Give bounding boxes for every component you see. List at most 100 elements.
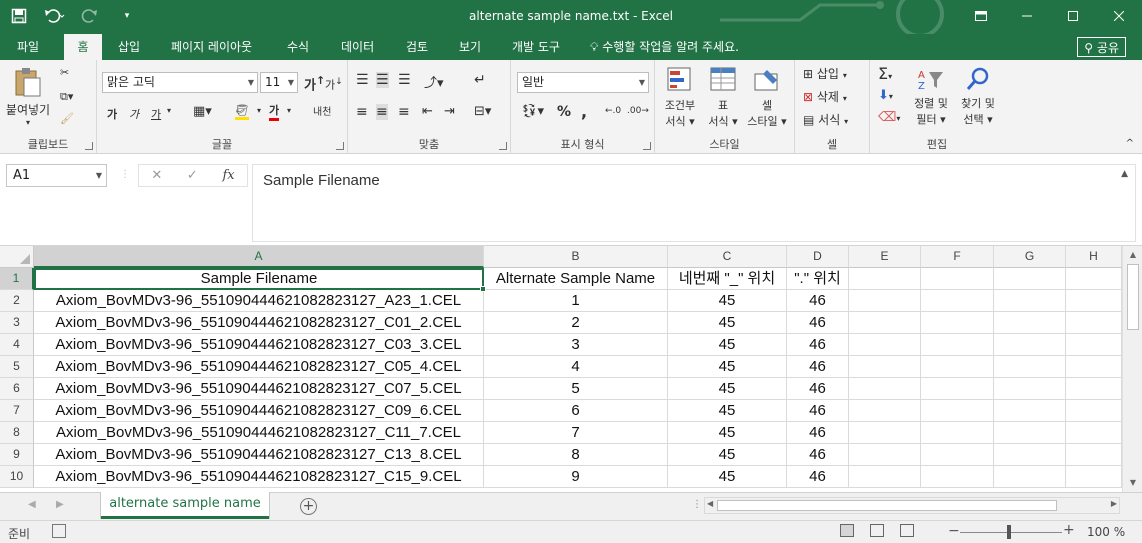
cell-a1[interactable]: Sample Filename bbox=[34, 268, 484, 290]
horizontal-scroll-thumb[interactable] bbox=[717, 500, 1057, 511]
cell-g4[interactable] bbox=[994, 334, 1066, 356]
ribbon-display-icon[interactable] bbox=[958, 0, 1004, 32]
horizontal-scrollbar[interactable]: ◀ ▶ bbox=[704, 497, 1120, 514]
sheet-prev-icon[interactable]: ◀ bbox=[28, 499, 36, 510]
cell-b1[interactable]: Alternate Sample Name bbox=[484, 268, 668, 290]
vertical-scrollbar[interactable]: ▲ ▼ bbox=[1122, 246, 1142, 492]
cell-b5[interactable]: 4 bbox=[484, 356, 668, 378]
orientation-icon[interactable]: ⤴▾ bbox=[424, 72, 444, 91]
borders-icon[interactable]: ▦▾ bbox=[193, 104, 212, 119]
cell-a5[interactable]: Axiom_BovMDv3-96_551090444621082823127_C… bbox=[34, 356, 484, 378]
zoom-slider[interactable] bbox=[960, 532, 1062, 533]
normal-view-icon[interactable] bbox=[840, 524, 854, 537]
autosum-icon[interactable]: Σ▾ bbox=[878, 64, 892, 83]
cell-f7[interactable] bbox=[921, 400, 994, 422]
cell-g7[interactable] bbox=[994, 400, 1066, 422]
format-cells-button[interactable]: ▤ 서식 ▾ bbox=[803, 111, 848, 128]
scroll-down-icon[interactable]: ▼ bbox=[1126, 476, 1140, 490]
cell-g5[interactable] bbox=[994, 356, 1066, 378]
cell-a6[interactable]: Axiom_BovMDv3-96_551090444621082823127_C… bbox=[34, 378, 484, 400]
paste-button[interactable]: 붙여넣기 ▾ bbox=[5, 66, 51, 127]
fill-color-dropdown[interactable]: ▾ bbox=[257, 106, 261, 115]
row-header-3[interactable]: 3 bbox=[0, 312, 34, 334]
cell-e9[interactable] bbox=[849, 444, 921, 466]
tab-insert[interactable]: 삽입 bbox=[112, 34, 146, 60]
zoom-in-icon[interactable]: + bbox=[1063, 522, 1075, 538]
sheet-next-icon[interactable]: ▶ bbox=[56, 499, 64, 510]
page-break-view-icon[interactable] bbox=[900, 524, 914, 537]
cell-c9[interactable]: 45 bbox=[668, 444, 787, 466]
cell-a9[interactable]: Axiom_BovMDv3-96_551090444621082823127_C… bbox=[34, 444, 484, 466]
cell-c2[interactable]: 45 bbox=[668, 290, 787, 312]
cell-c1[interactable]: 네번째 "_" 위치 bbox=[668, 268, 787, 290]
maximize-icon[interactable] bbox=[1050, 0, 1096, 32]
cell-b9[interactable]: 8 bbox=[484, 444, 668, 466]
sort-filter-button[interactable]: AZ 정렬 및 필터 ▾ bbox=[910, 66, 952, 127]
cell-e3[interactable] bbox=[849, 312, 921, 334]
scroll-right-icon[interactable]: ▶ bbox=[1111, 499, 1117, 508]
cell-h9[interactable] bbox=[1066, 444, 1122, 466]
cancel-icon[interactable]: ✕ bbox=[151, 168, 162, 183]
number-launcher-icon[interactable] bbox=[643, 142, 651, 150]
cell-h8[interactable] bbox=[1066, 422, 1122, 444]
cell-d3[interactable]: 46 bbox=[787, 312, 849, 334]
fill-handle[interactable] bbox=[480, 286, 486, 292]
align-middle-icon[interactable]: ☰ bbox=[376, 72, 389, 88]
cut-icon[interactable]: ✂ bbox=[60, 66, 69, 79]
increase-indent-icon[interactable]: ⇥ bbox=[444, 104, 455, 119]
zoom-out-icon[interactable]: − bbox=[948, 523, 960, 539]
collapse-ribbon-icon[interactable]: ^ bbox=[1126, 138, 1134, 149]
tab-data[interactable]: 데이터 bbox=[335, 34, 380, 60]
formula-bar-resize-handle[interactable]: ⋮ bbox=[120, 169, 130, 180]
cell-d9[interactable]: 46 bbox=[787, 444, 849, 466]
cell-c3[interactable]: 45 bbox=[668, 312, 787, 334]
cell-g6[interactable] bbox=[994, 378, 1066, 400]
cell-h4[interactable] bbox=[1066, 334, 1122, 356]
underline-button[interactable]: 가 bbox=[151, 106, 161, 122]
cell-e5[interactable] bbox=[849, 356, 921, 378]
cell-d10[interactable]: 46 bbox=[787, 466, 849, 488]
cell-b6[interactable]: 5 bbox=[484, 378, 668, 400]
sheet-tab-active[interactable]: alternate sample name bbox=[101, 492, 269, 519]
font-launcher-icon[interactable] bbox=[336, 142, 344, 150]
column-header-f[interactable]: F bbox=[921, 246, 994, 268]
cell-h1[interactable] bbox=[1066, 268, 1122, 290]
underline-dropdown[interactable]: ▾ bbox=[167, 106, 171, 115]
macro-record-icon[interactable] bbox=[52, 524, 66, 538]
clipboard-launcher-icon[interactable] bbox=[85, 142, 93, 150]
cell-g3[interactable] bbox=[994, 312, 1066, 334]
tab-developer[interactable]: 개발 도구 bbox=[506, 34, 566, 60]
cell-b7[interactable]: 6 bbox=[484, 400, 668, 422]
grow-font-button[interactable]: 가↑ bbox=[304, 74, 325, 93]
cell-b3[interactable]: 2 bbox=[484, 312, 668, 334]
cell-b10[interactable]: 9 bbox=[484, 466, 668, 488]
row-header-9[interactable]: 9 bbox=[0, 444, 34, 466]
vertical-scroll-thumb[interactable] bbox=[1127, 264, 1139, 330]
column-header-h[interactable]: H bbox=[1066, 246, 1122, 268]
cell-a7[interactable]: Axiom_BovMDv3-96_551090444621082823127_C… bbox=[34, 400, 484, 422]
cell-g8[interactable] bbox=[994, 422, 1066, 444]
align-top-icon[interactable]: ☰ bbox=[356, 72, 369, 88]
cell-f10[interactable] bbox=[921, 466, 994, 488]
tab-file[interactable]: 파일 bbox=[11, 34, 45, 60]
cell-a8[interactable]: Axiom_BovMDv3-96_551090444621082823127_C… bbox=[34, 422, 484, 444]
cell-h5[interactable] bbox=[1066, 356, 1122, 378]
worksheet-grid[interactable]: A B C D E F G H 1 Sample Filename Alternate Sample… bbox=[0, 246, 1142, 492]
cell-c5[interactable]: 45 bbox=[668, 356, 787, 378]
cell-g1[interactable] bbox=[994, 268, 1066, 290]
font-color-dropdown[interactable]: ▾ bbox=[287, 106, 291, 115]
number-format-select[interactable]: 일반 ▼ bbox=[517, 72, 649, 93]
clear-icon[interactable]: ⌫▾ bbox=[878, 110, 900, 125]
font-color-button[interactable]: 가 bbox=[269, 102, 280, 121]
accounting-format-icon[interactable]: 💱︎▾ bbox=[521, 104, 544, 119]
tab-review[interactable]: 검토 bbox=[400, 34, 434, 60]
cell-a10[interactable]: Axiom_BovMDv3-96_551090444621082823127_C… bbox=[34, 466, 484, 488]
column-header-b[interactable]: B bbox=[484, 246, 668, 268]
row-header-8[interactable]: 8 bbox=[0, 422, 34, 444]
insert-function-icon[interactable]: fx bbox=[222, 168, 234, 183]
insert-cells-button[interactable]: ⊞ 삽입 ▾ bbox=[803, 65, 847, 82]
cell-h7[interactable] bbox=[1066, 400, 1122, 422]
cell-b8[interactable]: 7 bbox=[484, 422, 668, 444]
column-header-c[interactable]: C bbox=[668, 246, 787, 268]
cell-f4[interactable] bbox=[921, 334, 994, 356]
